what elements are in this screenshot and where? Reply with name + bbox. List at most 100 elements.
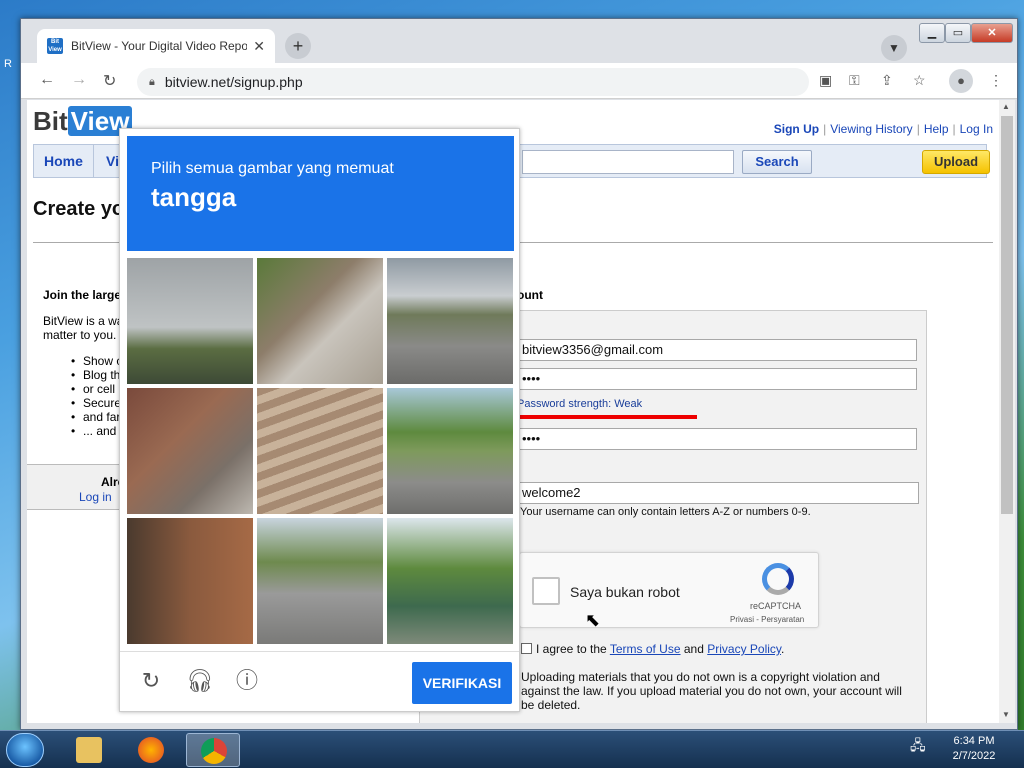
system-clock[interactable]: 6:34 PM 2/7/2022: [944, 734, 1004, 764]
address-bar[interactable]: 🔒︎ bitview.net/signup.php: [137, 68, 809, 96]
captcha-tile[interactable]: [127, 388, 253, 514]
password-strength-text: Password strength: Weak: [517, 398, 643, 410]
minimize-button[interactable]: ▁: [919, 23, 945, 43]
bullet-item: ... and: [71, 424, 116, 438]
desktop-text-fragment: R: [4, 58, 12, 70]
captcha-tile[interactable]: [387, 388, 513, 514]
upload-button[interactable]: Upload: [922, 150, 990, 174]
lock-icon: 🔒︎: [149, 75, 155, 88]
menu-kebab-icon[interactable]: ⋮: [989, 72, 1003, 89]
recaptcha-checkbox[interactable]: [532, 577, 560, 605]
verify-button[interactable]: VERIFIKASI: [412, 662, 512, 704]
tab-search-chevron-icon[interactable]: ▼: [881, 35, 907, 61]
info-icon[interactable]: ⓘ: [234, 668, 260, 694]
captcha-tile[interactable]: [127, 518, 253, 644]
intro-line-2: matter to you.: [43, 328, 117, 342]
agree-checkbox[interactable]: [521, 643, 532, 654]
terms-link[interactable]: Terms of Use: [610, 642, 681, 656]
captcha-tile[interactable]: [127, 258, 253, 384]
captcha-tile[interactable]: [387, 518, 513, 644]
bitview-favicon-icon: Bit View: [47, 38, 63, 54]
username-hint: Your username can only contain letters A…: [520, 506, 811, 518]
chrome-icon: [201, 738, 227, 764]
close-tab-icon[interactable]: ✕: [253, 38, 265, 55]
captcha-footer: ↻ 🎧︎ ⓘ VERIFIKASI: [120, 651, 519, 711]
share-icon[interactable]: ⇪: [881, 72, 893, 89]
firefox-icon: [138, 737, 164, 763]
forward-arrow-icon[interactable]: →: [71, 71, 87, 89]
key-icon[interactable]: ⚿: [849, 72, 860, 89]
captcha-tile[interactable]: [257, 258, 383, 384]
bullet-line-2: and far: [83, 410, 121, 424]
password-field[interactable]: ••••: [517, 368, 917, 390]
login-link[interactable]: Log In: [960, 122, 993, 136]
search-button[interactable]: Search: [742, 150, 812, 174]
mouse-cursor-icon: ⬉: [585, 610, 601, 630]
join-heading: Join the large: [43, 288, 122, 302]
tab-title: BitView - Your Digital Video Repo: [71, 39, 248, 53]
windows-taskbar: 🖧︎ 6:34 PM 2/7/2022: [0, 730, 1024, 768]
captcha-tile[interactable]: [387, 258, 513, 384]
bullet-continuation: or cell: [71, 382, 115, 396]
browser-tab[interactable]: Bit View BitView - Your Digital Video Re…: [37, 29, 275, 63]
nav-home[interactable]: Home: [34, 145, 94, 177]
and-text: and: [683, 642, 704, 656]
account-heading: ount: [517, 288, 543, 302]
back-arrow-icon[interactable]: ←: [39, 71, 55, 89]
clock-date: 2/7/2022: [952, 750, 996, 762]
viewing-history-link[interactable]: Viewing History: [830, 122, 912, 136]
scroll-up-arrow-icon[interactable]: ▲: [1002, 102, 1010, 111]
recaptcha-brand: reCAPTCHA: [750, 601, 802, 611]
help-link[interactable]: Help: [924, 122, 949, 136]
period-text: .: [781, 642, 785, 656]
captcha-tile[interactable]: [257, 518, 383, 644]
scroll-thumb[interactable]: [1001, 116, 1013, 514]
explorer-taskbar-button[interactable]: [62, 733, 116, 767]
reload-icon[interactable]: ↻: [103, 71, 116, 91]
username-field[interactable]: welcome2: [517, 482, 919, 504]
firefox-taskbar-button[interactable]: [124, 733, 178, 767]
network-icon[interactable]: 🖧︎: [910, 735, 926, 759]
close-window-button[interactable]: ✕: [971, 23, 1013, 43]
new-tab-button[interactable]: +: [285, 33, 311, 59]
privacy-link[interactable]: Privacy Policy: [707, 642, 781, 656]
page-title: Create yo: [33, 198, 125, 220]
page-scrollbar[interactable]: ▲ ▼: [999, 100, 1015, 723]
recaptcha-privacy-links[interactable]: Privasi - Persyaratan: [730, 615, 804, 624]
agree-text: I agree to the: [536, 642, 607, 656]
recaptcha-widget: Saya bukan robot reCAPTCHA Privasi - Per…: [519, 552, 819, 628]
captcha-header: Pilih semua gambar yang memuat tangga: [127, 136, 514, 251]
search-input[interactable]: [522, 150, 734, 174]
maximize-button[interactable]: ▭: [945, 23, 971, 43]
email-field[interactable]: bitview3356@gmail.com: [517, 339, 917, 361]
login-box-link[interactable]: Log in: [79, 490, 112, 504]
bookmark-star-icon[interactable]: ☆: [913, 72, 926, 89]
intro-line-1: BitView is a wa: [43, 314, 124, 328]
profile-avatar-icon[interactable]: ●: [949, 69, 973, 93]
intro-text: BitView is a wa matter to you.: [43, 314, 123, 342]
bullet-continuation: and far: [71, 410, 121, 424]
headphones-audio-icon[interactable]: 🎧︎: [186, 668, 214, 694]
captcha-prompt: Pilih semua gambar yang memuat: [151, 160, 394, 177]
blocked-popup-icon[interactable]: ▣: [819, 72, 832, 89]
chrome-taskbar-button[interactable]: [186, 733, 240, 767]
top-links: Sign Up | Viewing History | Help | Log In: [773, 122, 993, 136]
captcha-tile[interactable]: [257, 388, 383, 514]
logo-bit-text: Bit: [33, 106, 68, 136]
browser-toolbar: ← → ↻ 🔒︎ bitview.net/signup.php ▣ ⚿ ⇪ ☆ …: [21, 63, 1017, 99]
signup-link[interactable]: Sign Up: [774, 122, 819, 136]
bullet-item: Secure: [71, 396, 121, 410]
confirm-password-field[interactable]: ••••: [517, 428, 917, 450]
bullet-item: Show c: [71, 354, 122, 368]
start-button[interactable]: [6, 733, 44, 767]
bitview-logo[interactable]: Bit View: [33, 106, 133, 137]
captcha-challenge-popup: Pilih semua gambar yang memuat tangga ↻ …: [119, 128, 520, 712]
password-strength-bar: [517, 415, 697, 419]
refresh-icon[interactable]: ↻: [138, 668, 164, 694]
bullet-item: Blog th: [71, 368, 120, 382]
captcha-image-grid: [127, 258, 514, 645]
copyright-warning: Uploading materials that you do not own …: [521, 670, 902, 712]
agree-row: I agree to the Terms of Use and Privacy …: [521, 642, 784, 656]
url-text: bitview.net/signup.php: [164, 74, 303, 90]
scroll-down-arrow-icon[interactable]: ▼: [1002, 710, 1010, 719]
